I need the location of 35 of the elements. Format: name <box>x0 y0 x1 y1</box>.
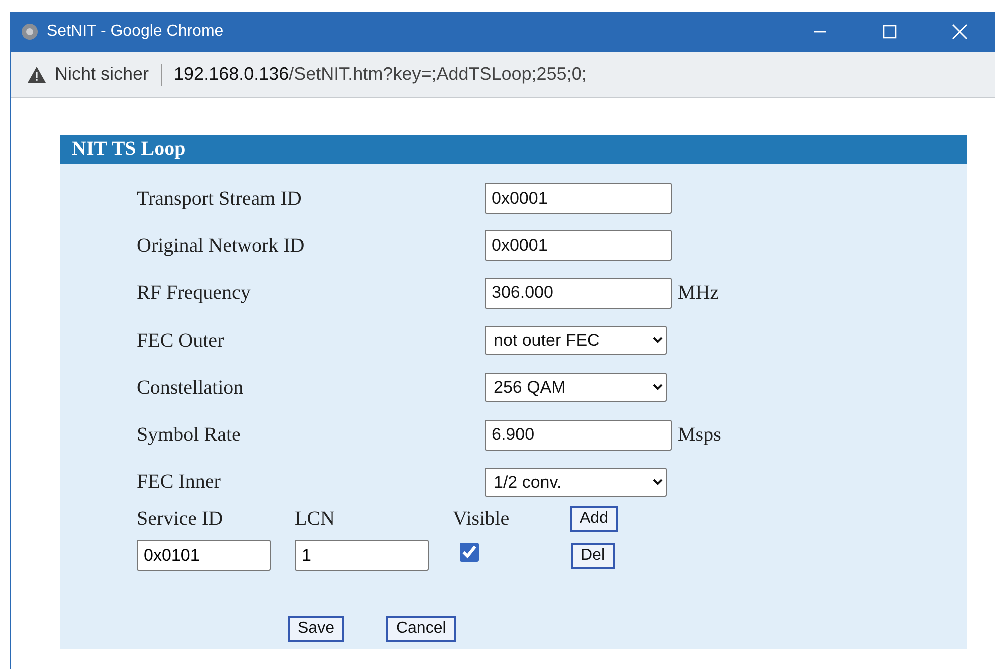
field-label: FEC Inner <box>137 470 222 496</box>
form-button[interactable]: Cancel <box>386 616 456 642</box>
panel-title: NIT TS Loop <box>60 135 967 164</box>
column-header: LCN <box>295 507 336 532</box>
unit-label: Msps <box>678 423 722 448</box>
minimize-icon <box>814 31 826 33</box>
window-title: SetNIT - Google Chrome <box>47 22 225 42</box>
chrome-icon <box>21 23 39 41</box>
column-header: Visible <box>453 507 511 532</box>
input-field[interactable]: 6.900 <box>485 420 672 451</box>
delete-button[interactable]: Del <box>571 542 616 569</box>
security-label[interactable]: Nicht sicher <box>55 61 150 88</box>
field-label: Symbol Rate <box>137 423 242 448</box>
warning-icon[interactable] <box>27 66 47 84</box>
input-field[interactable]: 306.000 <box>485 278 672 309</box>
form-button[interactable]: Save <box>288 616 344 642</box>
url-text[interactable]: 192.168.0.136/SetNIT.htm?key=;AddTSLoop;255;0; <box>174 61 587 88</box>
field-label: Original Network ID <box>137 234 306 259</box>
input-field[interactable]: 1 <box>295 540 429 572</box>
maximize-icon <box>883 25 897 39</box>
input-field[interactable]: 0x0001 <box>485 230 672 262</box>
close-icon <box>952 24 968 40</box>
checkbox[interactable] <box>460 542 479 562</box>
column-header: Service ID <box>137 507 224 532</box>
input-field[interactable]: 0x0001 <box>485 183 672 214</box>
field-label: Transport Stream ID <box>137 186 303 212</box>
input-field[interactable]: 0x0101 <box>137 540 271 572</box>
dropdown[interactable]: not outer FEC <box>485 326 667 356</box>
dropdown[interactable]: 1/2 conv. <box>485 468 667 497</box>
field-label: FEC Outer <box>137 328 226 354</box>
add-button[interactable]: Add <box>570 506 618 532</box>
field-label: RF Frequency <box>137 281 252 306</box>
field-label: Constellation <box>137 376 245 401</box>
unit-label: MHz <box>678 281 720 306</box>
dropdown[interactable]: 256 QAM <box>485 373 667 402</box>
